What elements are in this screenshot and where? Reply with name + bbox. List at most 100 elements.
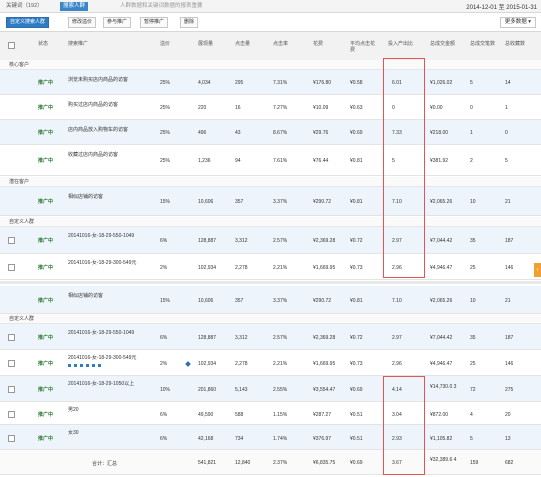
- audience-name[interactable]: 女30: [68, 429, 79, 436]
- table-row[interactable]: 推广中 店内商品放入购物车的访客 25% 496 43 8.67% ¥29.76…: [0, 120, 541, 145]
- roi-highlight-box-lower: [383, 376, 425, 475]
- table-row[interactable]: 推广中 20141016-女-18-29-550-1049 6% 128,887…: [0, 324, 541, 350]
- avg-cpc-value: ¥0.72: [350, 335, 363, 341]
- col-roi[interactable]: 投入产出比: [388, 41, 422, 47]
- pause-promotion-button[interactable]: 暂停推广: [140, 17, 169, 28]
- total-orders-value: 159: [470, 460, 479, 466]
- total-orders-value: 10: [470, 199, 476, 205]
- col-status[interactable]: 状态: [38, 41, 48, 47]
- group-label: 自定义人群: [9, 316, 35, 322]
- delete-button[interactable]: 删除: [180, 17, 199, 28]
- select-all-checkbox[interactable]: [8, 42, 15, 49]
- status-badge: 推广中: [38, 80, 54, 86]
- group-custom-audience-2: 自定义人群: [0, 314, 541, 324]
- status-badge: 推广中: [38, 298, 54, 304]
- row-checkbox[interactable]: [8, 360, 15, 367]
- table-row[interactable]: 推广中 相似店铺的访客 15% 10,606 357 3.37% ¥290.72…: [0, 286, 541, 314]
- table-row[interactable]: 推广中 男20 6% 49,590 588 1.15% ¥287.27 ¥0.5…: [0, 402, 541, 425]
- row-checkbox[interactable]: [8, 334, 15, 341]
- group-potential-customers: 潜在客户: [0, 177, 541, 187]
- audience-name[interactable]: 相似店铺的访客: [68, 292, 103, 299]
- audience-name[interactable]: 男20: [68, 406, 79, 413]
- table-row[interactable]: 推广中 女30 6% 42,168 734 1.74% ¥376.97 ¥0.5…: [0, 425, 541, 450]
- total-orders-value: 72: [470, 387, 476, 393]
- edit-pencil-icon[interactable]: [185, 361, 191, 367]
- col-impressions[interactable]: 展现量: [198, 41, 213, 47]
- add-custom-audience-button[interactable]: 自定义搜索人群: [6, 17, 50, 28]
- audience-name[interactable]: 店内商品放入购物车的访客: [68, 126, 128, 133]
- premium-value: 10%: [160, 387, 171, 393]
- row-checkbox[interactable]: [8, 386, 15, 393]
- table-row[interactable]: 推广中 收藏过店内商品的访客 25% 1,236 94 7.61% ¥76.44…: [0, 145, 541, 176]
- audience-name[interactable]: 购买过店内商品的访客: [68, 101, 118, 108]
- tab-keywords[interactable]: 关键词（192）: [6, 2, 43, 11]
- audience-name[interactable]: 20141016-女-18-29-550-1049: [68, 329, 134, 336]
- row-checkbox[interactable]: [8, 411, 15, 418]
- audience-name[interactable]: 20141016-女-18-29-1050以上: [68, 380, 134, 387]
- row-checkbox[interactable]: [8, 264, 15, 271]
- section-separator: [0, 281, 541, 284]
- side-tab-icon[interactable]: ›: [534, 263, 541, 277]
- avg-cpc-value: ¥0.51: [350, 436, 363, 442]
- table-row[interactable]: 推广中 20141016-女-18-29-300-549元 2% 102,934…: [0, 350, 541, 376]
- status-badge: 推广中: [38, 238, 54, 244]
- total-favorites-value: 682: [505, 460, 514, 466]
- impressions-value: 10,606: [198, 199, 214, 205]
- tab-search-audience[interactable]: 搜索人群: [60, 2, 89, 11]
- table-row[interactable]: 推广中 浏览未购买店内商品的访客 25% 4,034 295 7.31% ¥17…: [0, 70, 541, 95]
- clicks-value: 94: [235, 158, 241, 164]
- table-row[interactable]: 推广中 相似店铺的访客 15% 10,606 357 3.37% ¥290.72…: [0, 187, 541, 216]
- clicks-value: 357: [235, 199, 244, 205]
- table-row[interactable]: 推广中 购买过店内商品的访客 25% 220 16 7.27% ¥10.09 ¥…: [0, 95, 541, 120]
- total-favorites-value: 21: [505, 298, 511, 304]
- col-avg-cpc[interactable]: 平均点击花费: [350, 41, 378, 53]
- table-row[interactable]: 推广中 20141016-女-18-29-1050以上 10% 201,860 …: [0, 376, 541, 402]
- impressions-value: 102,934: [198, 265, 217, 271]
- col-premium[interactable]: 溢价: [160, 41, 170, 47]
- chart-icon[interactable]: [74, 364, 77, 367]
- join-promotion-button[interactable]: 参与推广: [103, 17, 132, 28]
- col-clicks[interactable]: 点击量: [235, 41, 250, 47]
- premium-value: 25%: [160, 80, 171, 86]
- col-total-favorites[interactable]: 总收藏数: [505, 41, 525, 47]
- impressions-value: 49,590: [198, 412, 214, 418]
- row-checkbox[interactable]: [8, 435, 15, 442]
- total-orders-value: 5: [470, 80, 473, 86]
- premium-value: 15%: [160, 298, 171, 304]
- audience-name[interactable]: 浏览未购买店内商品的访客: [68, 76, 128, 83]
- audience-name[interactable]: 收藏过店内商品的访客: [68, 151, 118, 158]
- cost-value: ¥2,369.28: [313, 238, 336, 244]
- col-ctr[interactable]: 点击率: [273, 41, 288, 47]
- impressions-value: 201,860: [198, 387, 217, 393]
- ctr-value: 2.57%: [273, 238, 288, 244]
- copy-icon[interactable]: [80, 364, 83, 367]
- total-orders-value: 4: [470, 412, 473, 418]
- table-row[interactable]: 推广中 20141016-女-18-29-550-1049 6% 128,887…: [0, 227, 541, 254]
- col-total-sales[interactable]: 总成交金额: [430, 41, 455, 47]
- delete-icon[interactable]: [92, 364, 95, 367]
- premium-value: 6%: [160, 238, 168, 244]
- edit-premium-button[interactable]: 修改溢价: [68, 17, 97, 28]
- col-cost[interactable]: 花费: [313, 41, 323, 47]
- impressions-value: 128,887: [198, 335, 217, 341]
- premium-value: 6%: [160, 436, 168, 442]
- impressions-value: 42,168: [198, 436, 214, 442]
- date-range[interactable]: 2014-12-01 至 2015-01-31: [466, 2, 537, 11]
- audience-name[interactable]: 20141016-女-18-29-550-1049: [68, 232, 134, 239]
- col-total-orders[interactable]: 总成交笔数: [470, 41, 495, 47]
- total-favorites-value: 146: [505, 361, 514, 367]
- audience-name[interactable]: 20141016-女-18-29-300-549元: [68, 354, 136, 361]
- more-data-button[interactable]: 更多数据 ▾: [499, 17, 536, 28]
- row-checkbox[interactable]: [8, 237, 15, 244]
- total-sales-value: ¥381.92: [430, 158, 449, 164]
- audience-name[interactable]: 20141016-女-18-29-300-549元: [68, 259, 136, 266]
- report-icon[interactable]: [68, 364, 71, 367]
- impressions-value: 102,934: [198, 361, 217, 367]
- impressions-value: 1,236: [198, 158, 211, 164]
- table-row[interactable]: 推广中 20141016-女-18-29-300-549元 2% 102,934…: [0, 254, 541, 280]
- col-name[interactable]: 搜索推广: [68, 41, 88, 47]
- settings-icon[interactable]: [86, 364, 89, 367]
- total-sales-value: ¥218.00: [430, 130, 449, 136]
- audience-name[interactable]: 相似店铺的访客: [68, 193, 103, 200]
- more-icon[interactable]: [98, 364, 101, 367]
